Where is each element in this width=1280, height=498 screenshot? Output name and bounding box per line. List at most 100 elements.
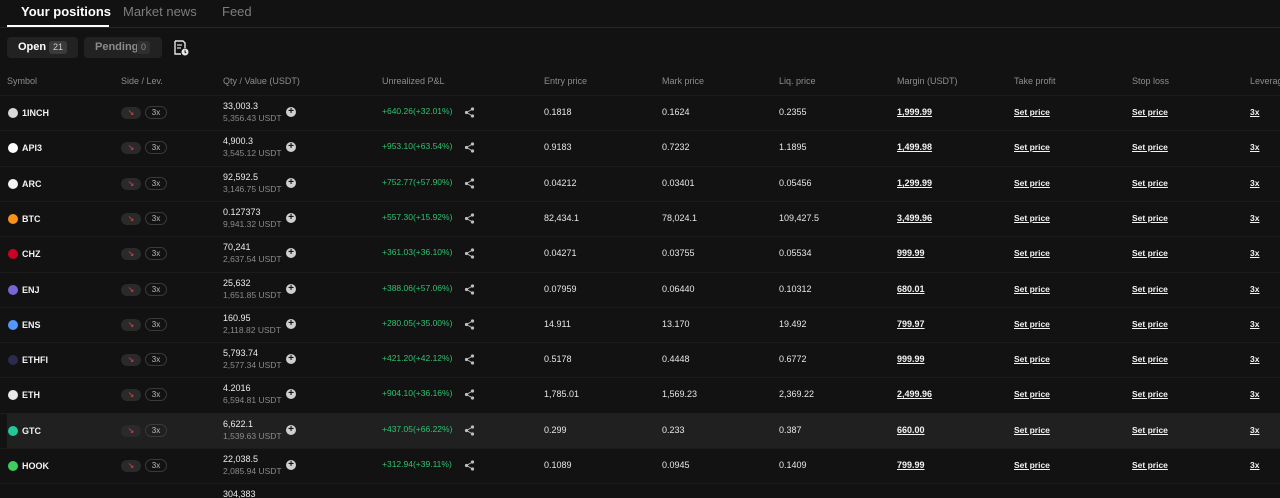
filter-open-button[interactable]: Open 21 [7,37,78,58]
short-arrow-icon[interactable]: ↘ [121,389,141,401]
stop-loss-link[interactable]: Set price [1132,248,1168,258]
leverage-link[interactable]: 3x [1250,142,1259,152]
table-row[interactable]: HOOK ↘ 3x 22,038.5 2,085.94 USDT + +312.… [0,448,1280,483]
margin-value[interactable]: 1,499.98 [897,142,932,152]
order-history-icon[interactable] [173,40,189,56]
symbol-name[interactable]: BTC [22,214,41,224]
stop-loss-link[interactable]: Set price [1132,354,1168,364]
leverage-link[interactable]: 3x [1250,178,1259,188]
table-row[interactable]: ARC ↘ 3x 92,592.5 3,146.75 USDT + +752.7… [0,166,1280,201]
add-margin-icon[interactable]: + [286,142,296,152]
share-icon[interactable] [464,354,475,365]
leverage-badge[interactable]: 3x [145,353,167,366]
symbol-name[interactable]: ENJ [22,285,40,295]
short-arrow-icon[interactable]: ↘ [121,460,141,472]
table-row[interactable]: 1INCH ↘ 3x 33,003.3 5,356.43 USDT + +640… [0,95,1280,130]
share-icon[interactable] [464,284,475,295]
tab-feed[interactable]: Feed [222,4,252,19]
add-margin-icon[interactable]: + [286,319,296,329]
leverage-badge[interactable]: 3x [145,388,167,401]
margin-value[interactable]: 799.99 [897,460,925,470]
margin-value[interactable]: 1,299.99 [897,178,932,188]
leverage-link[interactable]: 3x [1250,284,1259,294]
short-arrow-icon[interactable]: ↘ [121,107,141,119]
share-icon[interactable] [464,248,475,259]
table-row[interactable]: API3 ↘ 3x 4,900.3 3,545.12 USDT + +953.1… [0,130,1280,165]
leverage-link[interactable]: 3x [1250,425,1259,435]
table-row[interactable]: ENJ ↘ 3x 25,632 1,651.85 USDT + +388.06(… [0,272,1280,307]
leverage-link[interactable]: 3x [1250,213,1259,223]
symbol-name[interactable]: ETHFI [22,355,48,365]
leverage-badge[interactable]: 3x [145,318,167,331]
table-row[interactable]: BTC ↘ 3x 0.127373 9,941.32 USDT + +557.3… [0,201,1280,236]
table-row[interactable]: ENS ↘ 3x 160.95 2,118.82 USDT + +280.05(… [0,307,1280,342]
leverage-link[interactable]: 3x [1250,248,1259,258]
stop-loss-link[interactable]: Set price [1132,107,1168,117]
stop-loss-link[interactable]: Set price [1132,389,1168,399]
leverage-badge[interactable]: 3x [145,459,167,472]
add-margin-icon[interactable]: + [286,107,296,117]
stop-loss-link[interactable]: Set price [1132,142,1168,152]
short-arrow-icon[interactable]: ↘ [121,284,141,296]
margin-value[interactable]: 1,999.99 [897,107,932,117]
add-margin-icon[interactable]: + [286,284,296,294]
table-row[interactable]: ETH ↘ 3x 4.2016 6,594.81 USDT + +904.10(… [0,377,1280,412]
take-profit-link[interactable]: Set price [1014,107,1050,117]
leverage-badge[interactable]: 3x [145,283,167,296]
leverage-badge[interactable]: 3x [145,247,167,260]
margin-value[interactable]: 3,499.96 [897,213,932,223]
leverage-badge[interactable]: 3x [145,141,167,154]
leverage-badge[interactable]: 3x [145,212,167,225]
share-icon[interactable] [464,319,475,330]
add-margin-icon[interactable]: + [286,354,296,364]
symbol-name[interactable]: 1INCH [22,108,49,118]
short-arrow-icon[interactable]: ↘ [121,142,141,154]
table-row[interactable]: CHZ ↘ 3x 70,241 2,637.54 USDT + +361.03(… [0,236,1280,271]
share-icon[interactable] [464,460,475,471]
symbol-name[interactable]: GTC [22,426,41,436]
stop-loss-link[interactable]: Set price [1132,460,1168,470]
symbol-name[interactable]: ARC [22,179,42,189]
share-icon[interactable] [464,107,475,118]
leverage-badge[interactable]: 3x [145,177,167,190]
leverage-link[interactable]: 3x [1250,354,1259,364]
leverage-badge[interactable]: 3x [145,424,167,437]
short-arrow-icon[interactable]: ↘ [121,319,141,331]
stop-loss-link[interactable]: Set price [1132,284,1168,294]
symbol-name[interactable]: ENS [22,320,41,330]
table-row[interactable]: GTC ↘ 3x 6,622.1 1,539.63 USDT + +437.05… [7,413,1280,448]
take-profit-link[interactable]: Set price [1014,389,1050,399]
take-profit-link[interactable]: Set price [1014,178,1050,188]
share-icon[interactable] [464,213,475,224]
take-profit-link[interactable]: Set price [1014,354,1050,364]
table-row[interactable]: ↘ 3x 304,383 + Set price Set price 3x [0,483,1280,498]
share-icon[interactable] [464,178,475,189]
symbol-name[interactable]: HOOK [22,461,49,471]
leverage-link[interactable]: 3x [1250,460,1259,470]
filter-pending-button[interactable]: Pending 0 [84,37,162,58]
leverage-badge[interactable]: 3x [145,106,167,119]
add-margin-icon[interactable]: + [286,248,296,258]
margin-value[interactable]: 999.99 [897,354,925,364]
table-row[interactable]: ETHFI ↘ 3x 5,793.74 2,577.34 USDT + +421… [0,342,1280,377]
margin-value[interactable]: 680.01 [897,284,925,294]
stop-loss-link[interactable]: Set price [1132,213,1168,223]
symbol-name[interactable]: ETH [22,390,40,400]
short-arrow-icon[interactable]: ↘ [121,425,141,437]
take-profit-link[interactable]: Set price [1014,425,1050,435]
stop-loss-link[interactable]: Set price [1132,319,1168,329]
add-margin-icon[interactable]: + [286,425,296,435]
tab-market-news[interactable]: Market news [123,4,197,19]
take-profit-link[interactable]: Set price [1014,142,1050,152]
margin-value[interactable]: 2,499.96 [897,389,932,399]
short-arrow-icon[interactable]: ↘ [121,213,141,225]
take-profit-link[interactable]: Set price [1014,460,1050,470]
tab-your-positions[interactable]: Your positions [21,4,111,19]
add-margin-icon[interactable]: + [286,213,296,223]
take-profit-link[interactable]: Set price [1014,248,1050,258]
add-margin-icon[interactable]: + [286,178,296,188]
share-icon[interactable] [464,142,475,153]
stop-loss-link[interactable]: Set price [1132,178,1168,188]
stop-loss-link[interactable]: Set price [1132,425,1168,435]
leverage-link[interactable]: 3x [1250,389,1259,399]
